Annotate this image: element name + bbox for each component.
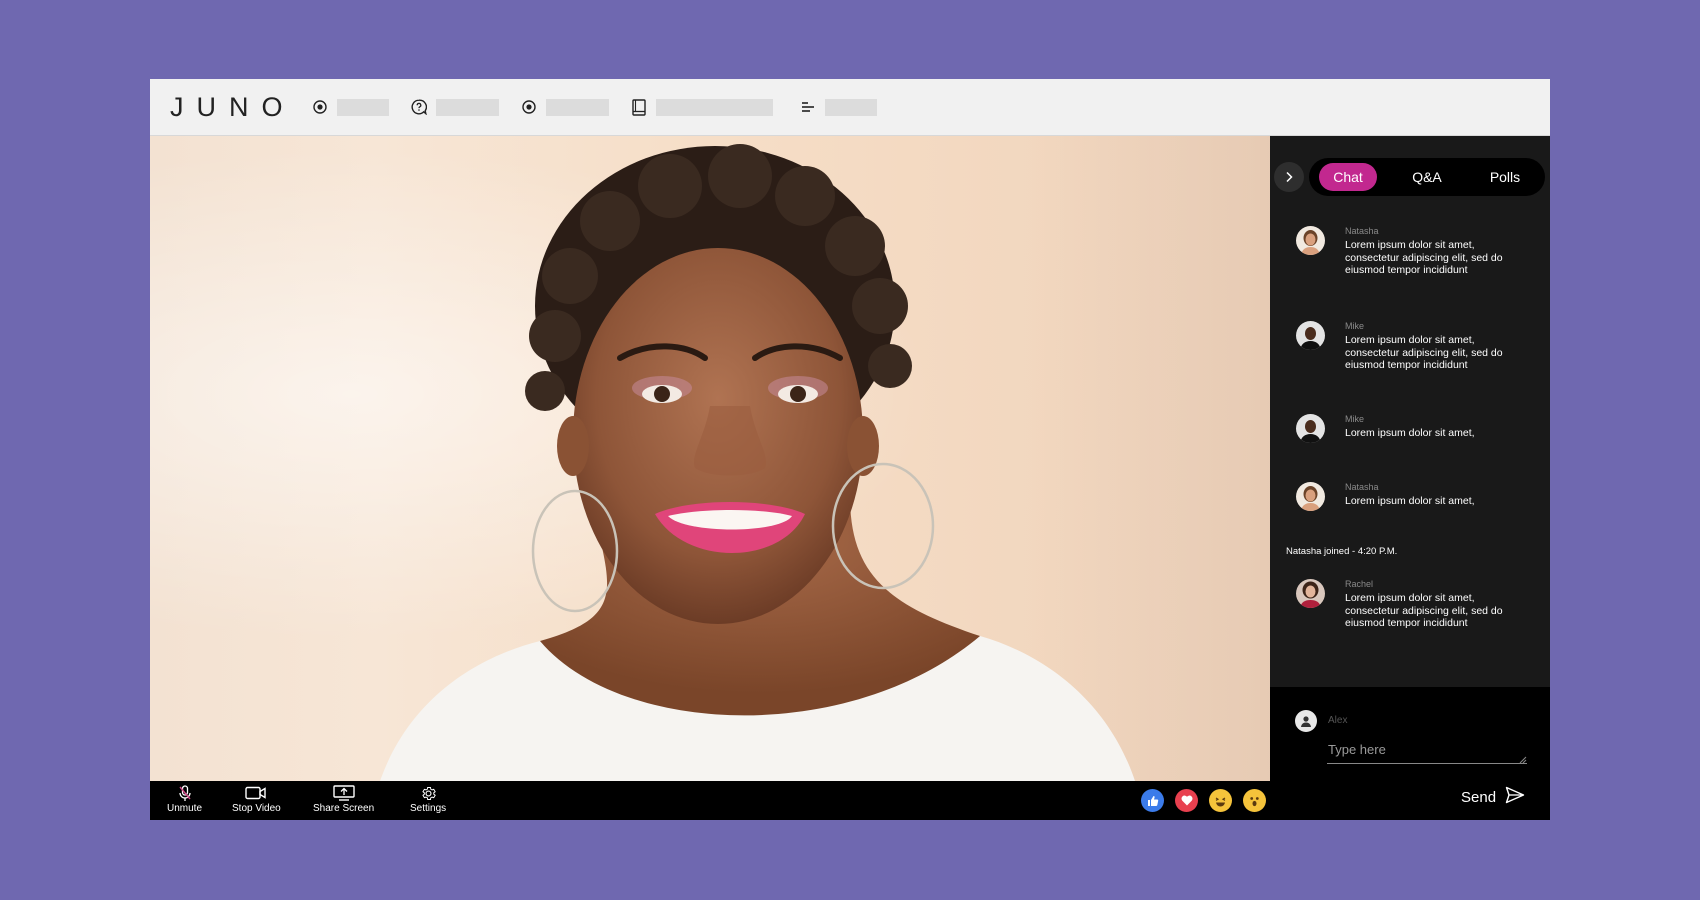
nav-placeholder — [656, 98, 773, 116]
message-input[interactable] — [1327, 736, 1527, 764]
collapse-panel-button[interactable] — [1274, 162, 1304, 192]
user-avatar-icon — [1295, 710, 1317, 732]
align-left-icon — [800, 99, 816, 115]
book-icon — [631, 98, 647, 116]
settings-button[interactable]: Settings — [410, 784, 446, 814]
unmute-label: Unmute — [167, 803, 203, 814]
microphone-off-icon — [178, 784, 192, 802]
stop-video-label: Stop Video — [232, 803, 281, 814]
nav-placeholder — [436, 98, 499, 116]
gear-icon — [420, 784, 437, 802]
logo-text: JUNO — [170, 91, 296, 122]
send-label: Send — [1461, 788, 1497, 806]
chat-message: Natasha Lorem ipsum dolor sit amet, — [1296, 482, 1520, 511]
share-screen-label: Share Screen — [313, 803, 375, 814]
nav-placeholder — [825, 98, 877, 116]
nav-item-2[interactable] — [411, 98, 499, 116]
control-bar: Unmute Stop Video Share Screen Settings — [150, 781, 1272, 820]
send-button[interactable]: Send — [1461, 786, 1525, 808]
message-text: Lorem ipsum dolor sit amet, consectetur … — [1345, 592, 1503, 629]
chat-message: Mike Lorem ipsum dolor sit amet, consect… — [1296, 321, 1520, 372]
stop-video-button[interactable]: Stop Video — [232, 784, 281, 814]
radio-icon — [521, 99, 537, 115]
reactions-bar — [1141, 789, 1266, 812]
chevron-right-icon — [1286, 171, 1293, 183]
speaker-portrait — [380, 144, 1135, 781]
message-text: Lorem ipsum dolor sit amet, consectetur … — [1345, 334, 1503, 371]
tab-polls[interactable]: Polls — [1475, 163, 1535, 191]
message-author: Mike — [1345, 414, 1365, 424]
chat-message: Natasha Lorem ipsum dolor sit amet, cons… — [1296, 226, 1520, 277]
system-message: Natasha joined - 4:20 P.M. — [1286, 546, 1398, 557]
top-bar: JUNO — [150, 79, 1550, 136]
video-call-app: JUNO Unmute Stop Video Share Screen Sett… — [150, 79, 1550, 820]
message-text: Lorem ipsum dolor sit amet, — [1345, 427, 1475, 439]
message-author: Natasha — [1345, 482, 1379, 492]
avatar — [1296, 226, 1325, 255]
message-author: Natasha — [1345, 226, 1379, 236]
avatar — [1296, 321, 1325, 350]
tab-chat-label: Chat — [1333, 169, 1363, 185]
video-camera-icon — [245, 784, 267, 802]
nav-item-5[interactable] — [800, 98, 877, 116]
message-author: Mike — [1345, 321, 1365, 331]
unmute-button[interactable]: Unmute — [167, 784, 202, 814]
avatar — [1296, 414, 1325, 443]
message-author: Rachel — [1345, 579, 1374, 589]
main-video[interactable] — [150, 136, 1270, 781]
nav-placeholder — [337, 98, 389, 116]
nav-placeholder — [546, 98, 609, 116]
nav-item-3[interactable] — [521, 98, 609, 116]
radio-icon — [312, 99, 328, 115]
compose-area: Alex Send — [1270, 687, 1550, 820]
tab-polls-label: Polls — [1489, 169, 1521, 185]
laughing-icon[interactable] — [1209, 789, 1232, 812]
avatar — [1296, 579, 1325, 608]
nav-item-4[interactable] — [631, 98, 773, 116]
resize-handle-icon[interactable] — [1519, 756, 1527, 764]
tab-chat[interactable]: Chat — [1319, 163, 1377, 191]
question-icon — [411, 99, 427, 115]
surprised-icon[interactable] — [1243, 789, 1266, 812]
tab-qa[interactable]: Q&A — [1397, 163, 1457, 191]
avatar — [1296, 482, 1325, 511]
settings-label: Settings — [410, 803, 447, 814]
share-screen-button[interactable]: Share Screen — [313, 784, 374, 814]
nav-item-1[interactable] — [312, 98, 389, 116]
share-screen-icon — [332, 784, 355, 802]
message-text: Lorem ipsum dolor sit amet, — [1345, 495, 1475, 507]
juno-logo: JUNO — [170, 92, 302, 123]
send-icon — [1505, 786, 1525, 808]
compose-user-name: Alex — [1328, 715, 1348, 726]
heart-icon[interactable] — [1175, 789, 1198, 812]
chat-message: Mike Lorem ipsum dolor sit amet, — [1296, 414, 1520, 443]
panel-tabs: Chat Q&A Polls — [1309, 158, 1545, 196]
message-text: Lorem ipsum dolor sit amet, consectetur … — [1345, 239, 1503, 276]
thumbs-up-icon[interactable] — [1141, 789, 1164, 812]
tab-qa-label: Q&A — [1412, 169, 1442, 185]
chat-message: Rachel Lorem ipsum dolor sit amet, conse… — [1296, 579, 1520, 630]
